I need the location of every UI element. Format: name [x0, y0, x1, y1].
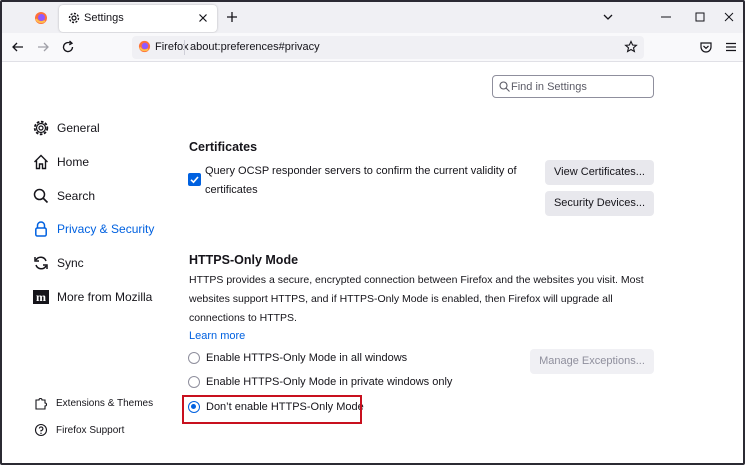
sidebar-item-label: Privacy & Security: [57, 222, 155, 236]
firefox-logo-icon: [138, 40, 151, 53]
sidebar-item-label: Sync: [57, 256, 84, 270]
back-icon[interactable]: [10, 39, 26, 55]
sidebar-item-home[interactable]: Home: [32, 152, 89, 172]
svg-text:m: m: [36, 290, 46, 304]
minimize-icon[interactable]: [658, 9, 674, 25]
manage-exceptions-button[interactable]: Manage Exceptions...: [530, 349, 654, 374]
sidebar-item-label: Firefox Support: [56, 424, 125, 436]
learn-more-link[interactable]: Learn more: [189, 330, 245, 342]
sidebar-item-label: Extensions & Themes: [56, 397, 154, 409]
sidebar-item-label: Search: [57, 189, 96, 203]
ocsp-label[interactable]: Query OCSP responder servers to confirm …: [205, 162, 525, 200]
tab-title: Settings: [84, 12, 124, 24]
sidebar-item-extensions[interactable]: Extensions & Themes: [34, 395, 153, 411]
search-icon: [499, 81, 510, 92]
radio-label: Enable HTTPS-Only Mode in private window…: [206, 376, 453, 388]
list-tabs-icon[interactable]: [600, 9, 616, 25]
tab-settings[interactable]: Settings: [59, 5, 217, 32]
radio-https-private-only[interactable]: Enable HTTPS-Only Mode in private window…: [188, 374, 452, 390]
pocket-icon[interactable]: [698, 39, 714, 55]
sidebar-item-label: General: [57, 121, 100, 135]
sidebar-item-sync[interactable]: Sync: [32, 253, 84, 273]
maximize-icon[interactable]: [692, 9, 708, 25]
url-text[interactable]: about:preferences#privacy: [190, 41, 320, 53]
browser-window: Settings Firefox about:preferences#priva…: [0, 0, 745, 465]
sidebar-item-label: Home: [57, 155, 90, 169]
sidebar-item-label: More from Mozilla: [57, 290, 153, 304]
sidebar-item-search[interactable]: Search: [32, 186, 95, 206]
reload-icon[interactable]: [60, 39, 76, 55]
certificates-heading: Certificates: [189, 140, 258, 154]
url-separator: [184, 40, 185, 55]
find-in-settings[interactable]: [492, 75, 654, 98]
tab-strip: Settings: [2, 2, 743, 33]
identity-box[interactable]: Firefox: [138, 40, 189, 53]
firefox-view-icon[interactable]: [26, 10, 56, 26]
sidebar-item-more-from-mozilla[interactable]: m More from Mozilla: [32, 287, 152, 307]
view-certificates-button[interactable]: View Certificates...: [545, 160, 654, 185]
url-bar[interactable]: Firefox about:preferences#privacy: [132, 36, 644, 59]
sidebar-item-support[interactable]: Firefox Support: [34, 422, 124, 438]
search-icon: [32, 187, 50, 205]
sidebar-item-general[interactable]: General: [32, 118, 100, 138]
radio-label: Enable HTTPS-Only Mode in all windows: [206, 352, 408, 364]
menu-icon[interactable]: [723, 39, 739, 55]
https-only-description: HTTPS provides a secure, encrypted conne…: [189, 274, 644, 324]
checkmark-icon: [190, 176, 199, 184]
forward-icon[interactable]: [35, 39, 51, 55]
gear-icon: [68, 12, 80, 24]
sidebar-item-privacy[interactable]: Privacy & Security: [32, 219, 154, 239]
sync-icon: [32, 254, 50, 272]
bookmark-star-icon[interactable]: [624, 40, 638, 54]
preferences-page: General Home Search Privacy & Security S…: [2, 62, 743, 463]
nav-bar: Firefox about:preferences#privacy: [2, 33, 743, 62]
radio-button[interactable]: [188, 352, 200, 364]
home-icon: [32, 153, 50, 171]
https-only-heading: HTTPS-Only Mode: [189, 253, 299, 267]
gear-icon: [32, 119, 50, 137]
lock-icon: [32, 220, 50, 238]
security-devices-button[interactable]: Security Devices...: [545, 191, 654, 216]
highlight-box: [182, 395, 362, 424]
radio-button[interactable]: [188, 376, 200, 388]
radio-https-all-windows[interactable]: Enable HTTPS-Only Mode in all windows: [188, 350, 407, 366]
close-window-icon[interactable]: [721, 9, 737, 25]
search-input[interactable]: [511, 78, 651, 95]
new-tab-icon[interactable]: [224, 9, 240, 25]
ocsp-checkbox[interactable]: [188, 173, 201, 186]
mozilla-icon: m: [32, 288, 50, 306]
help-icon: [34, 423, 48, 437]
close-tab-icon[interactable]: [195, 10, 211, 26]
puzzle-icon: [34, 396, 48, 410]
